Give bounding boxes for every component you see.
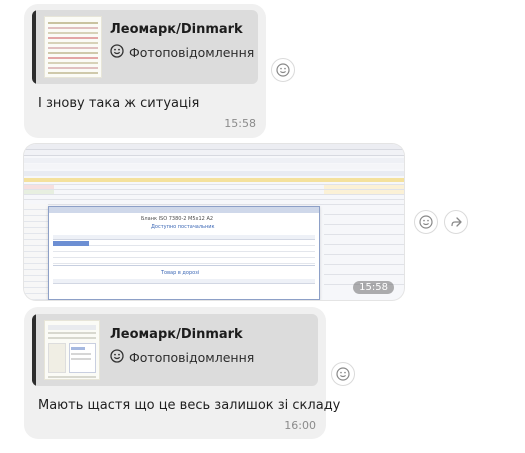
reply-type-label: Фотоповідомлення bbox=[129, 45, 255, 60]
message-time: 16:00 bbox=[284, 419, 316, 432]
photo-message[interactable]: Бланк ISO 7380-2 M5х12 А2 Доступно поста… bbox=[24, 144, 404, 300]
reply-preview[interactable]: Леомарк/Dinmark Фотоповідомлення bbox=[32, 10, 258, 84]
message-bubble[interactable]: Леомарк/Dinmark Фотоповідомлення Мають щ… bbox=[24, 307, 340, 439]
reply-thumbnail bbox=[44, 16, 102, 78]
reply-accent-bar bbox=[32, 314, 36, 386]
reply-author: Леомарк/Dinmark bbox=[110, 327, 243, 342]
reply-preview[interactable]: Леомарк/Dinmark Фотоповідомлення bbox=[32, 314, 318, 386]
photo-icon bbox=[110, 44, 124, 61]
footer-label: Товар в дорозі bbox=[161, 270, 200, 276]
reaction-button[interactable] bbox=[414, 210, 438, 234]
document-title: Бланк ISO 7380-2 M5х12 А2 bbox=[141, 216, 214, 222]
smiley-react-icon bbox=[276, 63, 290, 77]
document-dialog: Бланк ISO 7380-2 M5х12 А2 Доступно поста… bbox=[48, 206, 320, 300]
photo-icon bbox=[110, 349, 124, 366]
smiley-react-icon bbox=[419, 215, 433, 229]
forward-button[interactable] bbox=[444, 210, 468, 234]
photo-time: 15:58 bbox=[353, 281, 394, 294]
reply-thumbnail bbox=[44, 320, 100, 380]
reply-author: Леомарк/Dinmark bbox=[110, 22, 243, 37]
reply-type-label: Фотоповідомлення bbox=[129, 350, 255, 365]
reaction-button[interactable] bbox=[271, 58, 295, 82]
message-text: Мають щастя що це весь залишок зі складу bbox=[38, 398, 341, 413]
message-bubble[interactable]: Леомарк/Dinmark Фотоповідомлення І знову… bbox=[24, 4, 266, 138]
reply-type: Фотоповідомлення bbox=[110, 349, 254, 366]
reaction-button[interactable] bbox=[331, 362, 355, 386]
forward-icon bbox=[451, 217, 462, 227]
message-text: І знову така ж ситуація bbox=[38, 96, 200, 111]
message-time: 15:58 bbox=[224, 117, 256, 130]
reply-accent-bar bbox=[32, 10, 36, 84]
document-subtitle: Доступно постачальник bbox=[151, 224, 215, 230]
smiley-react-icon bbox=[336, 367, 350, 381]
reply-type: Фотоповідомлення bbox=[110, 44, 254, 61]
